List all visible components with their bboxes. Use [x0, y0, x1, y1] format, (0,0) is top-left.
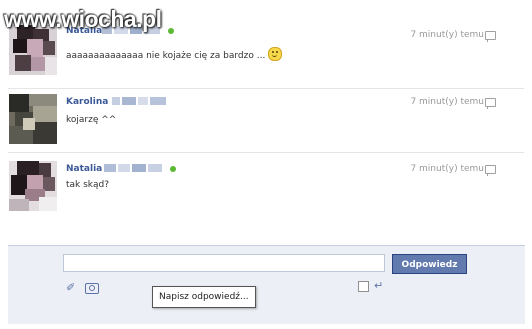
- reply-button[interactable]: Odpowiedz: [392, 254, 467, 274]
- divider: [8, 152, 524, 153]
- paperclip-icon[interactable]: ✐: [66, 282, 76, 294]
- camera-icon[interactable]: [85, 283, 99, 294]
- message-time: 7 minut(y) temu: [410, 97, 484, 107]
- online-status-icon: [170, 166, 176, 172]
- divider: [8, 88, 524, 89]
- reply-tooltip: Napisz odpowiedź...: [152, 286, 256, 308]
- message-text: tak skąd?: [66, 180, 110, 190]
- press-enter-checkbox[interactable]: [358, 281, 369, 292]
- message-item: Karolina kojarzę ^^ 7 minut(y) temu: [0, 90, 532, 150]
- message-time: 7 minut(y) temu: [410, 30, 484, 40]
- reply-icon[interactable]: [485, 98, 496, 109]
- blurred-surname: [112, 97, 168, 105]
- reply-composer: Odpowiedz ✐ ↵ Napisz odpowiedź...: [8, 245, 525, 324]
- watermark-logo: www.wiocha.pl: [4, 6, 162, 32]
- reply-input[interactable]: [63, 254, 385, 272]
- avatar[interactable]: [9, 94, 57, 144]
- reply-icon[interactable]: [485, 31, 496, 42]
- message-item: Natalia tak skąd? 7 minut(y) temu: [0, 155, 532, 220]
- enter-key-icon: ↵: [374, 279, 384, 292]
- online-status-icon: [168, 28, 174, 34]
- avatar[interactable]: [9, 161, 57, 211]
- message-text: aaaaaaaaaaaaaa nie kojaże cię za bardzo …: [66, 47, 283, 61]
- smiley-emoticon-icon: [268, 47, 283, 61]
- reply-icon[interactable]: [485, 165, 496, 176]
- message-time: 7 minut(y) temu: [410, 164, 484, 174]
- blurred-surname: [104, 164, 164, 172]
- sender-name[interactable]: Karolina: [66, 97, 108, 107]
- message-text: kojarzę ^^: [66, 115, 117, 125]
- sender-name[interactable]: Natalia: [66, 164, 102, 174]
